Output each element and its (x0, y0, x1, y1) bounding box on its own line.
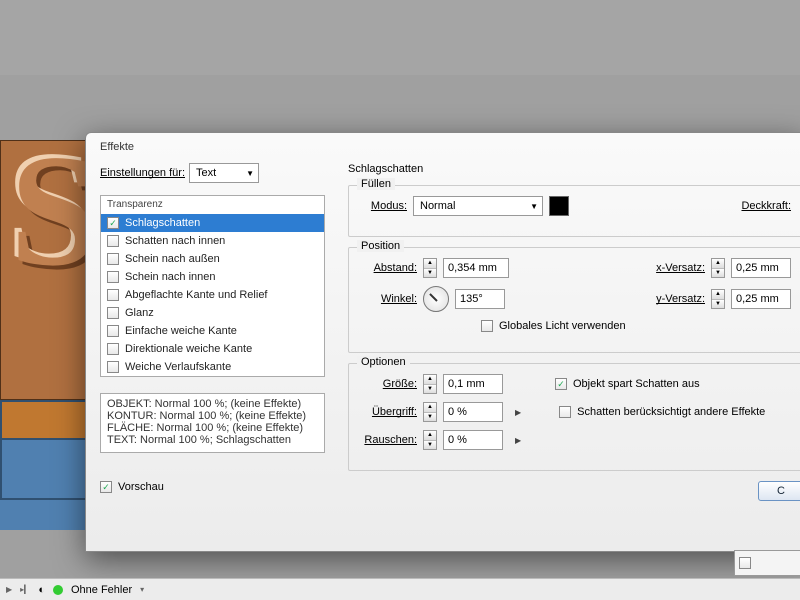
settings-for-value: Text (196, 167, 216, 179)
effect-label: Direktionale weiche Kante (125, 343, 252, 355)
effect-checkbox[interactable] (107, 343, 119, 355)
settings-for-label: Einstellungen für: (100, 167, 185, 179)
position-group: Position Abstand: ▲▼ 0,354 mm x-Versatz:… (348, 247, 800, 353)
step-icon[interactable]: ▸▎ (20, 585, 30, 594)
fill-legend: Füllen (357, 178, 395, 190)
effect-item[interactable]: Einfache weiche Kante (101, 322, 324, 340)
opacity-label: Deckkraft: (741, 200, 791, 212)
effect-checkbox[interactable] (107, 325, 119, 337)
arrow-right-icon: ▶ (515, 408, 521, 417)
global-light-checkbox[interactable] (481, 320, 493, 332)
size-spinner[interactable]: ▲▼ (423, 374, 437, 394)
canvas-grid-cell (0, 400, 90, 440)
blend-mode-value: Normal (420, 200, 455, 212)
effect-checkbox[interactable] (107, 289, 119, 301)
options-legend: Optionen (357, 356, 410, 368)
effect-label: Abgeflachte Kante und Relief (125, 289, 268, 301)
blend-mode-dropdown[interactable]: Normal ▼ (413, 196, 543, 216)
object-spares-checkbox[interactable]: ✓ (555, 378, 567, 390)
summary-line: TEXT: Normal 100 %; Schlagschatten (107, 434, 318, 446)
object-spares-label: Objekt spart Schatten aus (573, 378, 700, 390)
canvas-text-fragment: S (10, 150, 89, 270)
preflight-icon[interactable]: ◐ (38, 584, 45, 596)
ok-button[interactable]: C (758, 481, 800, 501)
global-light-label: Globales Licht verwenden (499, 320, 626, 332)
effect-item[interactable]: Abgeflachte Kante und Relief (101, 286, 324, 304)
preview-label: Vorschau (118, 481, 164, 493)
effect-checkbox[interactable] (107, 271, 119, 283)
effect-label: Glanz (125, 307, 154, 319)
effect-checkbox[interactable] (107, 307, 119, 319)
panel-checkbox[interactable] (739, 557, 751, 569)
yoffset-label: y-Versatz: (656, 293, 705, 305)
overhang-input[interactable]: 0 % (443, 402, 503, 422)
xoffset-label: x-Versatz: (656, 262, 705, 274)
preview-checkbox[interactable]: ✓ (100, 481, 112, 493)
mode-label: Modus: (361, 200, 407, 212)
overhang-label: Übergriff: (361, 406, 417, 418)
effects-dialog: Effekte Einstellungen für: Text ▼ Transp… (85, 132, 800, 552)
effects-list-header[interactable]: Transparenz (101, 196, 324, 214)
effect-checkbox[interactable] (107, 361, 119, 373)
effect-label: Einfache weiche Kante (125, 325, 237, 337)
effect-item[interactable]: Glanz (101, 304, 324, 322)
panel-title: Schlagschatten (348, 163, 800, 175)
yoffset-input[interactable]: 0,25 mm (731, 289, 791, 309)
shadow-color-swatch[interactable] (549, 196, 569, 216)
summary-line: KONTUR: Normal 100 %; (keine Effekte) (107, 410, 318, 422)
noise-label: Rauschen: (361, 434, 417, 446)
chevron-down-icon[interactable]: ▾ (140, 585, 144, 594)
dialog-title: Effekte (86, 133, 800, 157)
size-label: Größe: (361, 378, 417, 390)
size-input[interactable]: 0,1 mm (443, 374, 503, 394)
effect-checkbox[interactable]: ✓ (107, 217, 119, 229)
settings-for-dropdown[interactable]: Text ▼ (189, 163, 259, 183)
status-bar: ▶ ▸▎ ◐ Ohne Fehler ▾ (0, 578, 800, 600)
effect-item[interactable]: Schatten nach innen (101, 232, 324, 250)
considers-effects-label: Schatten berücksichtigt andere Effekte (577, 406, 765, 418)
arrow-right-icon: ▶ (515, 436, 521, 445)
effect-checkbox[interactable] (107, 253, 119, 265)
chevron-down-icon: ▼ (246, 169, 254, 178)
overhang-spinner[interactable]: ▲▼ (423, 402, 437, 422)
effect-label: Schein nach außen (125, 253, 220, 265)
effects-list: Transparenz ✓ Schlagschatten Schatten nach… (100, 195, 325, 377)
floating-panel-fragment (734, 550, 800, 576)
angle-label: Winkel: (361, 293, 417, 305)
effect-label: Weiche Verlaufskante (125, 361, 231, 373)
options-group: Optionen Größe: ▲▼ 0,1 mm ✓ Objekt spart… (348, 363, 800, 471)
noise-input[interactable]: 0 % (443, 430, 503, 450)
angle-dial[interactable] (423, 286, 449, 312)
effect-label: Schatten nach innen (125, 235, 225, 247)
angle-input[interactable]: 135° (455, 289, 505, 309)
effect-item[interactable]: Schein nach außen (101, 250, 324, 268)
effect-checkbox[interactable] (107, 235, 119, 247)
app-toolbar-area (0, 0, 800, 75)
effect-item[interactable]: Direktionale weiche Kante (101, 340, 324, 358)
distance-spinner[interactable]: ▲▼ (423, 258, 437, 278)
status-dot-icon (53, 585, 63, 595)
summary-box: OBJEKT: Normal 100 %; (keine Effekte)KON… (100, 393, 325, 453)
yoffset-spinner[interactable]: ▲▼ (711, 289, 725, 309)
xoffset-spinner[interactable]: ▲▼ (711, 258, 725, 278)
distance-input[interactable]: 0,354 mm (443, 258, 509, 278)
distance-label: Abstand: (361, 262, 417, 274)
effect-item[interactable]: ✓ Schlagschatten (101, 214, 324, 232)
summary-line: OBJEKT: Normal 100 %; (keine Effekte) (107, 398, 318, 410)
xoffset-input[interactable]: 0,25 mm (731, 258, 791, 278)
effect-item[interactable]: Weiche Verlaufskante (101, 358, 324, 376)
position-legend: Position (357, 240, 404, 252)
effect-item[interactable]: Schein nach innen (101, 268, 324, 286)
play-icon[interactable]: ▶ (6, 585, 12, 594)
considers-effects-checkbox[interactable] (559, 406, 571, 418)
fill-group: Füllen Modus: Normal ▼ Deckkraft: (348, 185, 800, 237)
status-text: Ohne Fehler (71, 584, 132, 596)
chevron-down-icon: ▼ (530, 202, 538, 211)
summary-line: FLÄCHE: Normal 100 %; (keine Effekte) (107, 422, 318, 434)
effect-label: Schlagschatten (125, 217, 200, 229)
effect-label: Schein nach innen (125, 271, 216, 283)
noise-spinner[interactable]: ▲▼ (423, 430, 437, 450)
